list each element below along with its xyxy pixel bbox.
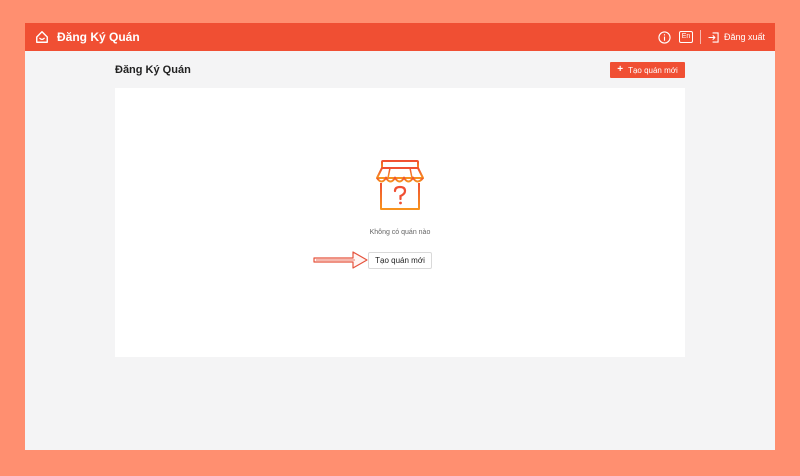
header-divider (699, 30, 701, 44)
plus-icon: + (617, 64, 624, 75)
app-window: Đăng Ký Quán En Đăng xuất Đăng Ký Quán +… (25, 23, 775, 450)
create-store-button[interactable]: + Tạo quán mới (610, 62, 685, 78)
logout-icon (708, 31, 719, 43)
store-icon (376, 160, 424, 210)
page-title: Đăng Ký Quán (115, 64, 191, 76)
app-title: Đăng Ký Quán (57, 30, 140, 44)
arrow-right-icon (313, 251, 368, 269)
logout-label: Đăng xuất (723, 32, 765, 42)
top-actions: En Đăng xuất (658, 29, 765, 45)
content-panel: Không có quán nào Tạo quán mới (115, 88, 685, 357)
language-switch[interactable]: En (678, 31, 693, 43)
create-store-button-label: Tạo quán mới (628, 65, 678, 75)
home-icon (36, 31, 48, 43)
empty-state-message: Không có quán nào (369, 229, 431, 236)
info-icon[interactable] (658, 30, 671, 44)
create-store-button-empty[interactable]: Tạo quán mới (368, 252, 432, 269)
top-bar: Đăng Ký Quán En Đăng xuất (25, 23, 775, 51)
logout-button[interactable]: Đăng xuất (708, 31, 765, 43)
brand[interactable]: Đăng Ký Quán (35, 29, 140, 45)
